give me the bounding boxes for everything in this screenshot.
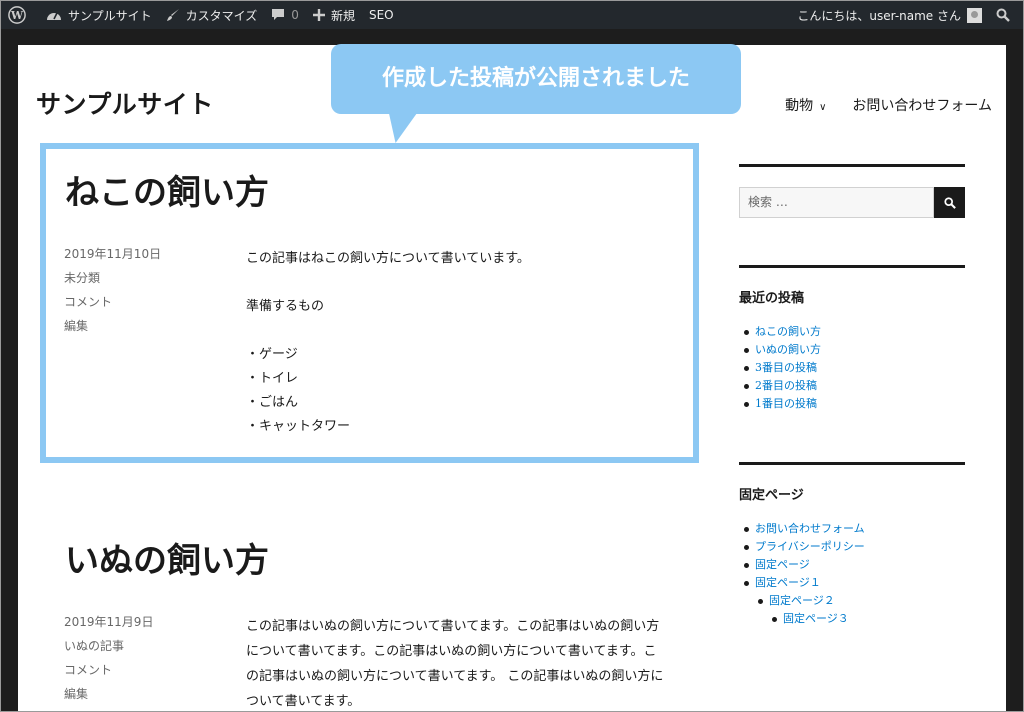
nav-item-animals[interactable]: 動物 ∨ — [759, 95, 826, 115]
search-input[interactable]: 検索 … — [739, 187, 934, 218]
recent-post-link[interactable]: 1番目の投稿 — [744, 395, 821, 413]
admin-customize-label: カスタマイズ — [185, 8, 258, 23]
post-paragraph: この記事はねこの飼い方について書いています。 — [246, 251, 530, 266]
admin-bar: W サンプルサイト カスタマイズ 0 新規 SEO こんにちは、user-nam… — [1, 1, 1023, 29]
post-edit-link[interactable]: 編集 — [64, 314, 161, 338]
admin-new-label: 新規 — [330, 8, 355, 23]
search-button[interactable] — [934, 187, 965, 218]
widget-divider — [739, 164, 965, 167]
post-category[interactable]: 未分類 — [64, 266, 161, 290]
search-icon — [996, 8, 1010, 22]
recent-posts-list: ねこの飼い方 いぬの飼い方 3番目の投稿 2番目の投稿 1番目の投稿 — [744, 323, 821, 413]
dashboard-icon — [47, 12, 61, 20]
post-meta: 2019年11月9日 いぬの記事 コメント 編集 — [64, 610, 153, 706]
page-link[interactable]: 固定ページ３ — [772, 610, 865, 628]
post-content: この記事はねこの飼い方について書いています。 準備するもの ・ゲージ ・トイレ … — [246, 247, 696, 439]
page-link[interactable]: お問い合わせフォーム — [744, 520, 865, 538]
post-paragraph: の記事はいぬの飼い方について書いてます。 この記事はいぬの飼い方に — [246, 669, 664, 684]
wordpress-logo[interactable]: W — [1, 1, 39, 29]
search-icon — [943, 196, 956, 209]
recent-post-link[interactable]: ねこの飼い方 — [744, 323, 821, 341]
svg-text:W: W — [10, 9, 24, 22]
admin-greeting: こんにちは、user-name さん — [797, 8, 961, 23]
post-comment-link[interactable]: コメント — [64, 290, 161, 314]
post-date[interactable]: 2019年11月10日 — [64, 242, 161, 266]
post-title[interactable]: いぬの飼い方 — [65, 533, 269, 582]
page-link[interactable]: 固定ページ — [744, 556, 865, 574]
post-paragraph: について書いてます。この記事はいぬの飼い方について書いてます。こ — [246, 644, 657, 659]
post-comment-link[interactable]: コメント — [64, 658, 153, 682]
recent-post-link[interactable]: 2番目の投稿 — [744, 377, 821, 395]
admin-seo[interactable]: SEO — [362, 1, 401, 29]
recent-posts-title: 最近の投稿 — [739, 291, 805, 306]
admin-customize[interactable]: カスタマイズ — [159, 1, 265, 29]
recent-post-link[interactable]: 3番目の投稿 — [744, 359, 821, 377]
post-edit-link[interactable]: 編集 — [64, 682, 153, 706]
post-title[interactable]: ねこの飼い方 — [65, 165, 269, 214]
list-item: ・ゲージ — [246, 347, 298, 362]
site-title[interactable]: サンプルサイト — [36, 85, 214, 121]
callout-bubble: 作成した投稿が公開されました — [331, 44, 741, 114]
admin-site-name[interactable]: サンプルサイト — [39, 1, 159, 29]
admin-seo-label: SEO — [368, 8, 394, 22]
wordpress-icon: W — [8, 6, 26, 24]
browser-frame: W サンプルサイト カスタマイズ 0 新規 SEO こんにちは、user-nam… — [0, 0, 1024, 712]
plus-icon — [312, 9, 325, 21]
search-form: 検索 … — [739, 187, 965, 218]
admin-search[interactable] — [989, 1, 1023, 29]
nav-item-contact[interactable]: お問い合わせフォーム — [852, 95, 992, 115]
admin-account[interactable]: こんにちは、user-name さん — [790, 1, 989, 29]
post-date[interactable]: 2019年11月9日 — [64, 610, 153, 634]
post-paragraph: この記事はいぬの飼い方について書いてます。この記事はいぬの飼い方 — [246, 619, 660, 634]
page-link[interactable]: 固定ページ２ — [758, 592, 865, 610]
page-link[interactable]: プライバシーポリシー — [744, 538, 865, 556]
post-category[interactable]: いぬの記事 — [64, 634, 153, 658]
list-item: ・ごはん — [246, 395, 299, 410]
recent-post-link[interactable]: いぬの飼い方 — [744, 341, 821, 359]
brush-icon — [166, 9, 179, 21]
post-paragraph: 準備するもの — [246, 299, 325, 314]
admin-new[interactable]: 新規 — [306, 1, 362, 29]
nav-item-animals-label: 動物 — [785, 97, 814, 113]
pages-list: お問い合わせフォーム プライバシーポリシー 固定ページ 固定ページ１ 固定ページ… — [744, 520, 865, 628]
admin-comments-count: 0 — [291, 8, 299, 22]
page-link[interactable]: 固定ページ１ — [744, 574, 865, 592]
admin-site-name-label: サンプルサイト — [68, 8, 152, 23]
pages-title: 固定ページ — [739, 488, 804, 503]
post-paragraph: ついて書いてます。 — [246, 694, 361, 709]
avatar — [967, 7, 982, 23]
post-meta: 2019年11月10日 未分類 コメント 編集 — [64, 242, 161, 338]
post-content: この記事はいぬの飼い方について書いてます。この記事はいぬの飼い方 について書いて… — [246, 614, 706, 711]
list-item: ・トイレ — [246, 371, 299, 386]
widget-divider — [739, 265, 965, 268]
widget-divider — [739, 462, 965, 465]
comment-icon — [272, 9, 285, 20]
list-item: ・キャットタワー — [246, 419, 351, 434]
admin-comments[interactable]: 0 — [264, 1, 306, 29]
chevron-down-icon: ∨ — [819, 102, 827, 113]
